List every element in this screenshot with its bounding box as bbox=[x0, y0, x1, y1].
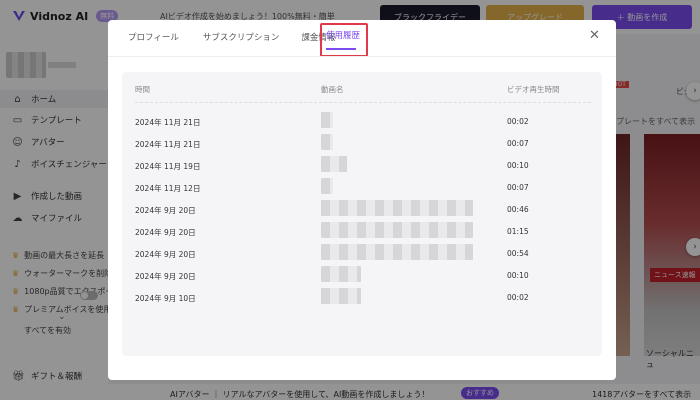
row-duration: 00:02 bbox=[507, 117, 529, 126]
row-date: 2024年 9月 20日 bbox=[135, 206, 196, 215]
table-row: 2024年 11月 21日 00:07 bbox=[122, 132, 602, 154]
row-video-name-blurred bbox=[321, 244, 473, 260]
active-tab-underline bbox=[326, 48, 356, 50]
row-video-name-blurred bbox=[321, 266, 361, 282]
row-duration: 00:07 bbox=[507, 183, 529, 192]
column-header-video-name: 動画名 bbox=[321, 85, 344, 94]
account-modal: プロフィール サブスクリプション 課金情報 使用履歴 ✕ 時間 動画名 ビデオ再… bbox=[108, 20, 616, 380]
tab-profile[interactable]: プロフィール bbox=[120, 28, 187, 48]
table-row: 2024年 9月 20日 01:15 bbox=[122, 220, 602, 242]
row-date: 2024年 11月 12日 bbox=[135, 184, 201, 193]
table-row: 2024年 11月 19日 00:10 bbox=[122, 154, 602, 176]
row-duration: 00:10 bbox=[507, 161, 529, 170]
row-video-name-blurred bbox=[321, 178, 333, 194]
row-duration: 00:54 bbox=[507, 249, 529, 258]
row-date: 2024年 11月 21日 bbox=[135, 140, 201, 149]
close-icon[interactable]: ✕ bbox=[589, 28, 600, 43]
row-date: 2024年 11月 21日 bbox=[135, 118, 201, 127]
row-date: 2024年 11月 19日 bbox=[135, 162, 201, 171]
column-header-duration: ビデオ再生時間 bbox=[507, 85, 560, 94]
table-row: 2024年 9月 20日 00:10 bbox=[122, 264, 602, 286]
table-row: 2024年 9月 10日 00:02 bbox=[122, 286, 602, 308]
usage-history-table: 時間 動画名 ビデオ再生時間 2024年 11月 21日 00:02 2024年 1… bbox=[122, 72, 602, 356]
table-row: 2024年 11月 12日 00:07 bbox=[122, 176, 602, 198]
header-divider bbox=[135, 102, 591, 103]
tab-subscription[interactable]: サブスクリプション bbox=[195, 28, 288, 48]
row-duration: 00:10 bbox=[507, 271, 529, 280]
row-video-name-blurred bbox=[321, 288, 361, 304]
row-video-name-blurred bbox=[321, 112, 333, 128]
row-video-name-blurred bbox=[321, 200, 473, 216]
row-date: 2024年 9月 20日 bbox=[135, 250, 196, 259]
row-date: 2024年 9月 20日 bbox=[135, 272, 196, 281]
tab-usage-history[interactable]: 使用履歴 bbox=[326, 29, 360, 41]
table-row: 2024年 9月 20日 00:54 bbox=[122, 242, 602, 264]
table-row: 2024年 11月 21日 00:02 bbox=[122, 110, 602, 132]
row-duration: 00:02 bbox=[507, 293, 529, 302]
modal-tabs: プロフィール サブスクリプション 課金情報 bbox=[120, 28, 349, 48]
table-row: 2024年 9月 20日 00:46 bbox=[122, 198, 602, 220]
tab-divider bbox=[108, 56, 616, 57]
row-duration: 00:46 bbox=[507, 205, 529, 214]
row-date: 2024年 9月 10日 bbox=[135, 294, 196, 303]
row-duration: 00:07 bbox=[507, 139, 529, 148]
row-date: 2024年 9月 20日 bbox=[135, 228, 196, 237]
row-duration: 01:15 bbox=[507, 227, 529, 236]
row-video-name-blurred bbox=[321, 222, 473, 238]
column-header-date: 時間 bbox=[135, 85, 150, 94]
row-video-name-blurred bbox=[321, 134, 333, 150]
row-video-name-blurred bbox=[321, 156, 347, 172]
